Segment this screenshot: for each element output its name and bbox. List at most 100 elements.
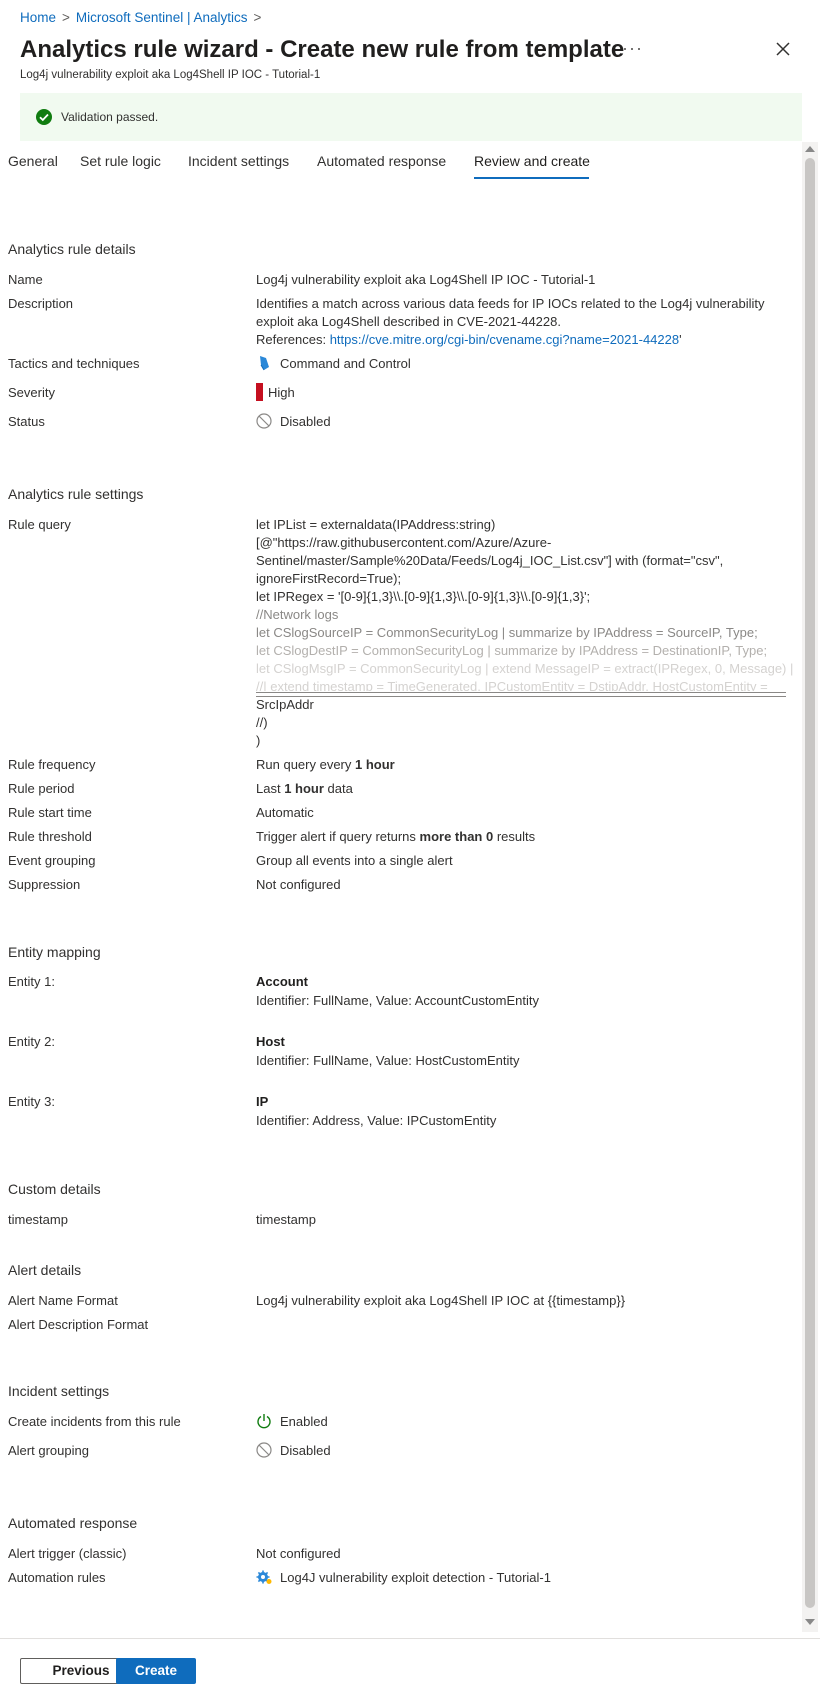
- automation-rules-label: Automation rules: [8, 1570, 106, 1585]
- breadcrumb-separator: >: [253, 10, 262, 25]
- query-line: let CSlogSourceIP = CommonSecurityLog | …: [256, 625, 758, 640]
- page-subtitle: Log4j vulnerability exploit aka Log4Shel…: [20, 69, 321, 81]
- query-line: //| extend timestamp = TimeGenerated, IP…: [256, 679, 768, 691]
- status-value: Disabled: [280, 414, 331, 429]
- suppression-label: Suppression: [8, 877, 81, 892]
- rule-period-value: Last 1 hour data: [256, 781, 353, 796]
- period-suffix: data: [323, 781, 353, 796]
- alert-trigger-label: Alert trigger (classic): [8, 1546, 127, 1561]
- incident-settings-heading: Incident settings: [8, 1383, 110, 1399]
- breadcrumb-separator: >: [62, 10, 70, 25]
- severity-value: High: [268, 385, 295, 400]
- references-prefix: References:: [256, 332, 330, 347]
- name-value: Log4j vulnerability exploit aka Log4Shel…: [256, 272, 596, 287]
- query-line: //): [256, 715, 268, 730]
- rule-query-label: Rule query: [8, 517, 71, 532]
- threshold-prefix: Trigger alert if query returns: [256, 829, 420, 844]
- breadcrumb-home-link[interactable]: Home: [20, 10, 56, 25]
- suppression-value: Not configured: [256, 877, 341, 892]
- event-grouping-value: Group all events into a single alert: [256, 853, 453, 868]
- breadcrumb: Home > Microsoft Sentinel | Analytics >: [20, 10, 267, 25]
- tactics-value: Command and Control: [280, 356, 411, 371]
- alert-name-format-label: Alert Name Format: [8, 1293, 118, 1308]
- automated-response-heading: Automated response: [8, 1515, 138, 1531]
- footer-divider: [0, 1638, 820, 1639]
- rule-frequency-value: Run query every 1 hour: [256, 757, 395, 772]
- entity-identifier: Identifier: FullName, Value: HostCustomE…: [256, 1053, 520, 1068]
- period-prefix: Last: [256, 781, 285, 796]
- description-line: exploit aka Log4Shell described in CVE-2…: [256, 314, 561, 329]
- status-label: Status: [8, 414, 45, 429]
- custom-detail-value: timestamp: [256, 1212, 316, 1227]
- entity-type: Host: [256, 1034, 285, 1049]
- alert-name-format-value: Log4j vulnerability exploit aka Log4Shel…: [256, 1293, 626, 1308]
- tab-review-and-create[interactable]: Review and create: [474, 153, 590, 169]
- power-enabled-icon: [257, 1414, 271, 1429]
- rule-start-time-label: Rule start time: [8, 805, 92, 820]
- rule-start-time-value: Automatic: [256, 805, 314, 820]
- entity-label: Entity 3:: [8, 1094, 55, 1109]
- settings-heading: Analytics rule settings: [8, 486, 144, 502]
- name-label: Name: [8, 272, 43, 287]
- entity-label: Entity 1:: [8, 974, 55, 989]
- threshold-bold: more than 0: [419, 829, 494, 844]
- tab-incident-settings[interactable]: Incident settings: [188, 153, 289, 169]
- alert-details-heading: Alert details: [8, 1262, 82, 1278]
- tab-general[interactable]: General: [8, 153, 58, 169]
- command-and-control-icon: [260, 356, 269, 371]
- disabled-icon: [256, 1442, 272, 1458]
- rule-threshold-value: Trigger alert if query returns more than…: [256, 829, 535, 844]
- query-line: Sentinel/master/Sample%20Data/Feeds/Log4…: [256, 553, 724, 568]
- alert-grouping-label: Alert grouping: [8, 1443, 89, 1458]
- description-label: Description: [8, 296, 74, 311]
- validation-message: Validation passed.: [61, 110, 159, 124]
- tab-set-rule-logic[interactable]: Set rule logic: [80, 153, 161, 169]
- description-line: Identifies a match across various data f…: [256, 296, 765, 311]
- references-link[interactable]: https://cve.mitre.org/cgi-bin/cvename.cg…: [330, 332, 679, 347]
- frequency-prefix: Run query every: [256, 757, 355, 772]
- automation-gear-icon: [256, 1570, 272, 1584]
- severity-high-indicator: [256, 383, 263, 401]
- query-line: let CSlogDestIP = CommonSecurityLog | su…: [256, 643, 768, 658]
- scrollbar-thumb[interactable]: [805, 158, 815, 1608]
- alert-grouping-value: Disabled: [280, 1443, 331, 1458]
- tactics-label: Tactics and techniques: [8, 356, 140, 371]
- entity-identifier: Identifier: Address, Value: IPCustomEnti…: [256, 1113, 497, 1128]
- query-line: let IPRegex = '[0-9]{1,3}\\.[0-9]{1,3}\\…: [256, 589, 591, 604]
- disabled-icon: [256, 413, 272, 429]
- query-line: ignoreFirstRecord=True);: [256, 571, 402, 586]
- close-icon[interactable]: [774, 40, 792, 58]
- entity-type: Account: [256, 974, 308, 989]
- create-incidents-label: Create incidents from this rule: [8, 1414, 181, 1429]
- scroll-down-arrow-icon[interactable]: [805, 1619, 815, 1625]
- rule-period-label: Rule period: [8, 781, 75, 796]
- breadcrumb-analytics-link[interactable]: Microsoft Sentinel | Analytics: [76, 10, 248, 25]
- page-title: Analytics rule wizard - Create new rule …: [20, 36, 625, 63]
- scroll-up-arrow-icon[interactable]: [805, 146, 815, 152]
- entity-mapping-heading: Entity mapping: [8, 944, 101, 960]
- query-line: let IPList = externaldata(IPAddress:stri…: [256, 517, 496, 532]
- severity-label: Severity: [8, 385, 55, 400]
- query-line: let CSlogMsgIP = CommonSecurityLog | ext…: [256, 661, 794, 676]
- threshold-suffix: results: [493, 829, 536, 844]
- active-tab-indicator: [474, 177, 589, 179]
- custom-detail-key: timestamp: [8, 1212, 68, 1227]
- query-line: //Network logs: [256, 607, 339, 622]
- details-heading: Analytics rule details: [8, 241, 136, 257]
- custom-details-heading: Custom details: [8, 1181, 101, 1197]
- automation-rule-value: Log4J vulnerability exploit detection - …: [280, 1570, 551, 1585]
- entity-type: IP: [256, 1094, 269, 1109]
- period-bold: 1 hour: [284, 781, 324, 796]
- query-truncation-divider: [256, 696, 786, 697]
- rule-frequency-label: Rule frequency: [8, 757, 96, 772]
- references-line: References: https://cve.mitre.org/cgi-bi…: [256, 332, 682, 347]
- checkmark-circle-icon: [36, 109, 52, 125]
- alert-description-format-label: Alert Description Format: [8, 1317, 149, 1332]
- more-options-icon[interactable]: ···: [622, 38, 643, 59]
- tab-automated-response[interactable]: Automated response: [317, 153, 446, 169]
- rule-threshold-label: Rule threshold: [8, 829, 92, 844]
- query-line: SrcIpAddr: [256, 697, 314, 712]
- create-incidents-value: Enabled: [280, 1414, 328, 1429]
- event-grouping-label: Event grouping: [8, 853, 96, 868]
- create-button[interactable]: Create: [116, 1658, 196, 1684]
